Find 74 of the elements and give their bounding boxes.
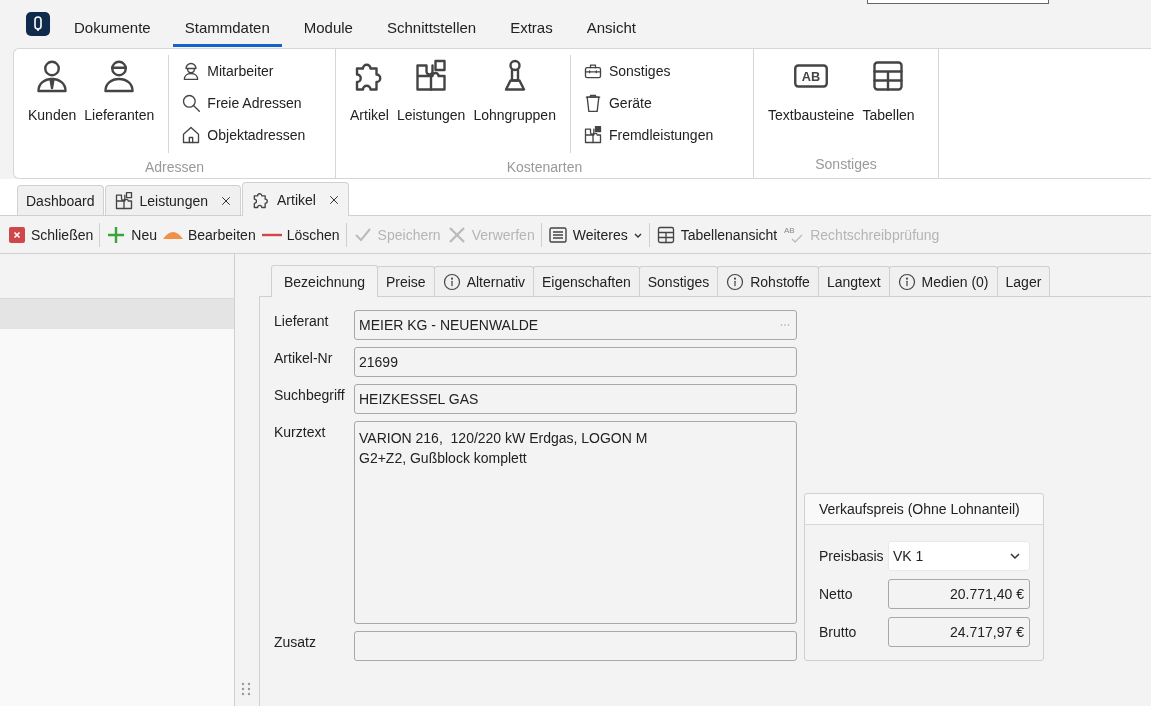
ribbon-button[interactable]: Fremdleistungen (578, 119, 718, 151)
close-button[interactable] (220, 194, 232, 207)
table-icon (655, 224, 676, 245)
info-icon (726, 272, 745, 291)
ribbon-button[interactable]: Tabellen (858, 55, 919, 125)
menu-tab[interactable]: Schnittstellen (374, 11, 489, 47)
field-label: Netto (819, 586, 854, 602)
house-icon (181, 125, 202, 145)
close-icon (8, 225, 26, 244)
group-label: Kostenarten (505, 158, 584, 177)
document-tab[interactable]: Leistungen (104, 185, 241, 215)
select-field[interactable]: VK 1 (888, 541, 1030, 571)
menu-tab[interactable]: Module (291, 11, 365, 47)
logo-icon (26, 12, 50, 36)
menu-tab[interactable]: Ansicht (574, 11, 648, 47)
field-label: Brutto (819, 624, 858, 640)
ellipsis-icon (780, 323, 790, 327)
panel-tab[interactable]: Lager (996, 266, 1051, 296)
toolbar-button[interactable]: Löschen (258, 219, 343, 250)
close-icon (327, 193, 340, 206)
toolbar-button[interactable]: Bearbeiten (159, 219, 259, 250)
info-icon (442, 272, 461, 291)
text-area[interactable]: VARION 216, 120/220 kW Erdgas, LOGON M G2+Z2, Gußblock komplett (354, 421, 797, 624)
document-tab[interactable]: Dashboard (17, 185, 104, 215)
close-button[interactable] (327, 193, 340, 206)
field-label: Suchbegriff (274, 386, 346, 405)
tab-label: Leistungen (139, 192, 208, 209)
field-label: Lieferant (274, 312, 330, 331)
panel-tab[interactable]: Bezeichnung (271, 265, 378, 297)
plus-icon (106, 224, 127, 245)
ribbon-button[interactable]: Leistungen (392, 55, 470, 125)
ribbon-button[interactable]: Lieferanten (80, 55, 159, 125)
tab-label: Artikel (277, 191, 316, 208)
puzzle-pieces-icon (113, 190, 134, 211)
ribbon-button[interactable]: Freie Adressen (177, 87, 310, 119)
ribbon-button[interactable]: Geräte (578, 87, 718, 119)
field-label: Artikel-Nr (274, 349, 334, 368)
amount-field[interactable]: 20.771,40 € (888, 579, 1030, 609)
group-label: Sonstiges (814, 155, 878, 174)
menu-tab[interactable]: Extras (498, 11, 565, 47)
toolbar-button[interactable]: Weiteres (544, 219, 646, 250)
ribbon-button[interactable]: Artikel (346, 55, 393, 125)
minus-icon (261, 232, 282, 237)
ribbon-button[interactable]: Mitarbeiter (177, 55, 310, 87)
group-label: Adressen (143, 158, 206, 177)
ribbon-button[interactable]: Lohngruppen (469, 55, 560, 125)
menu-tab[interactable]: Dokumente (62, 11, 163, 47)
input-field[interactable]: 21699 (354, 347, 797, 377)
tab-label: Dashboard (26, 192, 95, 209)
field-label: Kurztext (274, 423, 327, 442)
input-field[interactable] (354, 631, 797, 661)
input-field[interactable]: HEIZKESSEL GAS (354, 384, 797, 414)
ribbon-button[interactable]: Sonstiges (578, 55, 718, 87)
document-tab[interactable]: Artikel (242, 182, 349, 216)
ribbon-button[interactable]: Kunden (24, 55, 81, 125)
info-icon (897, 272, 916, 291)
ribbon-button[interactable]: AB Textbausteine (764, 55, 859, 125)
field-label: Preisbasis (819, 548, 885, 564)
field-label: Zusatz (274, 633, 317, 652)
list-icon (547, 224, 568, 245)
puzzle-pieces-icon (582, 125, 603, 145)
input-field[interactable]: MEIER KG - NEUENWALDE (354, 310, 797, 340)
close-icon (220, 194, 232, 207)
ribbon-button[interactable]: Objektadressen (177, 119, 310, 151)
toolbar-button[interactable]: Tabellenansicht (652, 219, 781, 250)
amount-field[interactable]: 24.717,97 € (888, 617, 1030, 647)
toolbar-button[interactable]: Schließen (5, 219, 97, 250)
grip-icon (241, 682, 251, 696)
chevron-down-icon (1009, 550, 1021, 562)
search-icon (181, 93, 202, 113)
group-title: Verkaufspreis (Ohne Lohnanteil) (805, 494, 1043, 525)
cross-icon (446, 224, 467, 245)
triangle-icon (162, 230, 183, 239)
toolbar-button[interactable]: Neu (103, 219, 160, 250)
